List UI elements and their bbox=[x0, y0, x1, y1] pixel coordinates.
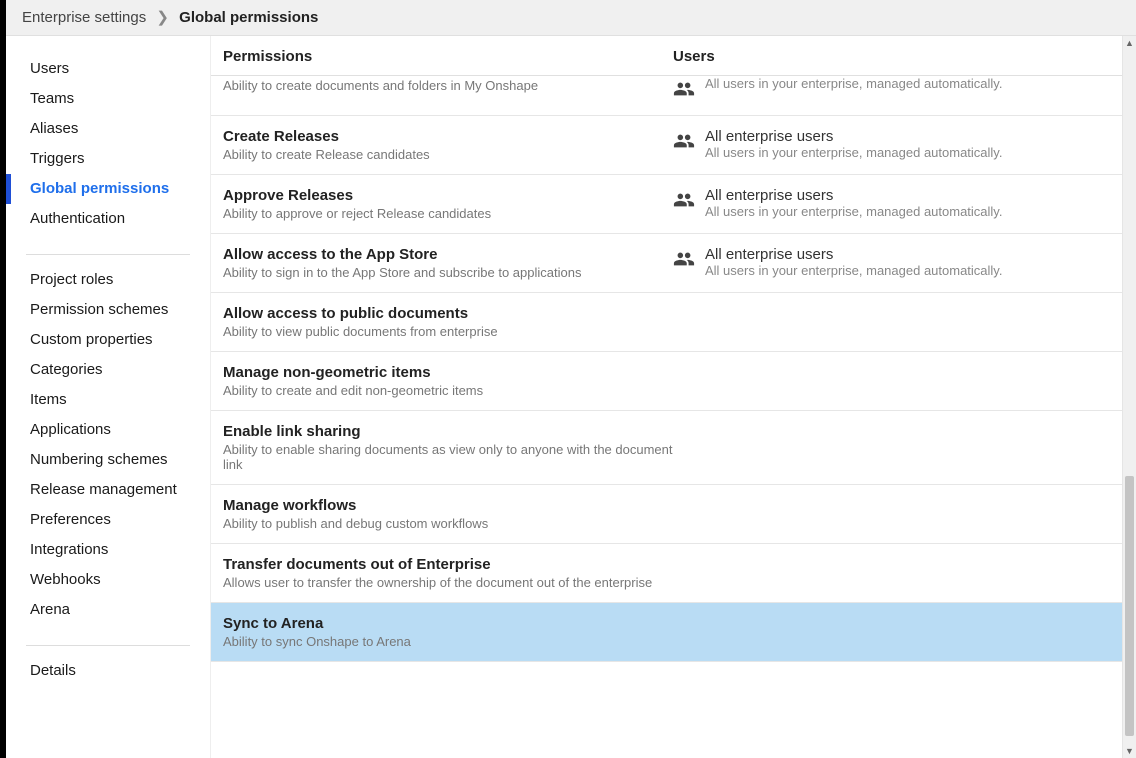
sidebar-item-custom-properties[interactable]: Custom properties bbox=[6, 325, 210, 355]
sidebar-item-preferences[interactable]: Preferences bbox=[6, 505, 210, 535]
permission-description: Ability to create and edit non-geometric… bbox=[223, 383, 673, 398]
permission-title: Approve Releases bbox=[223, 187, 673, 204]
column-header-permissions: Permissions bbox=[223, 48, 673, 65]
breadcrumb-root[interactable]: Enterprise settings bbox=[22, 9, 146, 26]
permission-description: Ability to publish and debug custom work… bbox=[223, 516, 673, 531]
permission-row[interactable]: Ability to create documents and folders … bbox=[211, 76, 1136, 116]
sidebar-item-authentication[interactable]: Authentication bbox=[6, 204, 210, 234]
users-description: All users in your enterprise, managed au… bbox=[705, 263, 1002, 278]
permission-row[interactable]: Manage workflows Ability to publish and d… bbox=[211, 485, 1136, 544]
permission-row[interactable]: Allow access to the App Store Ability to … bbox=[211, 234, 1136, 293]
chevron-right-icon: ❯ bbox=[156, 0, 169, 36]
permission-description: Ability to sync Onshape to Arena bbox=[223, 634, 673, 649]
sidebar-item-categories[interactable]: Categories bbox=[6, 355, 210, 385]
permission-description: Allows user to transfer the ownership of… bbox=[223, 575, 673, 590]
permission-row[interactable]: Transfer documents out of Enterprise Allo… bbox=[211, 544, 1136, 603]
users-description: All users in your enterprise, managed au… bbox=[705, 76, 1002, 91]
scroll-down-icon[interactable]: ▼ bbox=[1123, 744, 1136, 758]
permission-description: Ability to approve or reject Release can… bbox=[223, 206, 673, 221]
sidebar: UsersTeamsAliasesTriggersGlobal permissi… bbox=[6, 36, 211, 758]
permission-row[interactable]: Create Releases Ability to create Release… bbox=[211, 116, 1136, 175]
sidebar-item-numbering-schemes[interactable]: Numbering schemes bbox=[6, 445, 210, 475]
users-group-icon bbox=[673, 189, 695, 214]
permission-description: Ability to sign in to the App Store and … bbox=[223, 265, 673, 280]
sidebar-item-release-management[interactable]: Release management bbox=[6, 475, 210, 505]
permission-title: Manage non-geometric items bbox=[223, 364, 673, 381]
permission-description: Ability to enable sharing documents as v… bbox=[223, 442, 673, 472]
permission-row[interactable]: Sync to Arena Ability to sync Onshape to … bbox=[211, 603, 1136, 662]
sidebar-item-teams[interactable]: Teams bbox=[6, 84, 210, 114]
sidebar-divider bbox=[26, 645, 190, 646]
breadcrumb-current: Global permissions bbox=[179, 9, 318, 26]
sidebar-item-arena[interactable]: Arena bbox=[6, 595, 210, 625]
permission-row[interactable]: Approve Releases Ability to approve or re… bbox=[211, 175, 1136, 234]
permission-title: Create Releases bbox=[223, 128, 673, 145]
scroll-up-icon[interactable]: ▲ bbox=[1123, 36, 1136, 50]
sidebar-item-project-roles[interactable]: Project roles bbox=[6, 265, 210, 295]
content-panel: Permissions Users Ability to create docu… bbox=[211, 36, 1136, 758]
sidebar-item-aliases[interactable]: Aliases bbox=[6, 114, 210, 144]
permission-title: Sync to Arena bbox=[223, 615, 673, 632]
scrollbar-thumb[interactable] bbox=[1125, 476, 1134, 736]
users-group-icon bbox=[673, 78, 695, 103]
users-group-icon bbox=[673, 248, 695, 273]
permission-row[interactable]: Allow access to public documents Ability … bbox=[211, 293, 1136, 352]
sidebar-item-global-permissions[interactable]: Global permissions bbox=[6, 174, 210, 204]
sidebar-item-applications[interactable]: Applications bbox=[6, 415, 210, 445]
users-group-icon bbox=[673, 130, 695, 155]
sidebar-item-details[interactable]: Details bbox=[6, 656, 210, 686]
permission-description: Ability to create documents and folders … bbox=[223, 78, 673, 93]
permissions-table-body: Ability to create documents and folders … bbox=[211, 76, 1136, 758]
sidebar-item-users[interactable]: Users bbox=[6, 54, 210, 84]
permission-title: Allow access to public documents bbox=[223, 305, 673, 322]
permission-row[interactable]: Enable link sharing Ability to enable sha… bbox=[211, 411, 1136, 485]
users-title: All enterprise users bbox=[705, 128, 1002, 145]
permission-title: Allow access to the App Store bbox=[223, 246, 673, 263]
sidebar-item-permission-schemes[interactable]: Permission schemes bbox=[6, 295, 210, 325]
sidebar-item-webhooks[interactable]: Webhooks bbox=[6, 565, 210, 595]
table-header-row: Permissions Users bbox=[211, 36, 1136, 76]
sidebar-item-items[interactable]: Items bbox=[6, 385, 210, 415]
users-description: All users in your enterprise, managed au… bbox=[705, 204, 1002, 219]
permission-title: Manage workflows bbox=[223, 497, 673, 514]
sidebar-item-triggers[interactable]: Triggers bbox=[6, 144, 210, 174]
permission-title: Enable link sharing bbox=[223, 423, 673, 440]
vertical-scrollbar[interactable]: ▲ ▼ bbox=[1122, 36, 1136, 758]
column-header-users: Users bbox=[673, 48, 1124, 65]
permission-description: Ability to view public documents from en… bbox=[223, 324, 673, 339]
users-title: All enterprise users bbox=[705, 246, 1002, 263]
breadcrumb: Enterprise settings ❯ Global permissions bbox=[6, 0, 1136, 36]
sidebar-item-integrations[interactable]: Integrations bbox=[6, 535, 210, 565]
users-title: All enterprise users bbox=[705, 187, 1002, 204]
sidebar-divider bbox=[26, 254, 190, 255]
permission-title: Transfer documents out of Enterprise bbox=[223, 556, 673, 573]
permission-description: Ability to create Release candidates bbox=[223, 147, 673, 162]
permission-row[interactable]: Manage non-geometric items Ability to cre… bbox=[211, 352, 1136, 411]
users-description: All users in your enterprise, managed au… bbox=[705, 145, 1002, 160]
